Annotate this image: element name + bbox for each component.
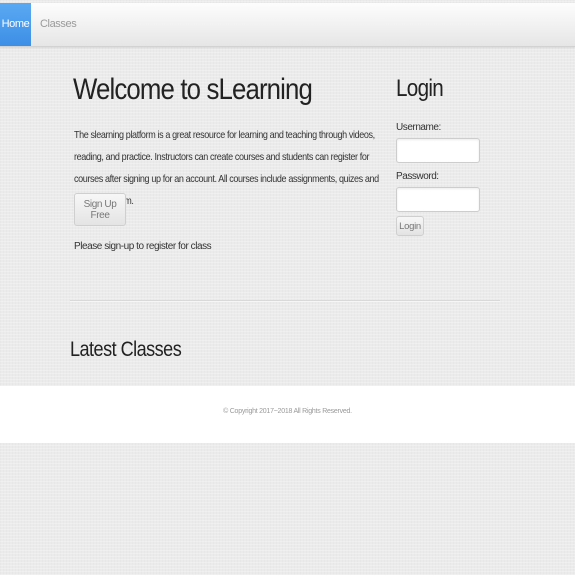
nav-classes-link[interactable]: Classes [40,3,77,46]
login-title: Login [396,75,444,102]
login-button[interactable]: Login [396,216,424,236]
page-footer: © Copyright 2017~2018 All Rights Reserve… [0,386,575,443]
section-divider [70,300,500,302]
top-navbar: Home Classes [0,3,575,47]
username-label: Username: [396,122,441,133]
signup-note: Please sign-up to register for class [74,241,212,252]
latest-classes-heading: Latest Classes [70,338,182,361]
copyright-text: © Copyright 2017~2018 All Rights Reserve… [223,408,352,415]
username-input[interactable] [396,138,480,163]
nav-home-link[interactable]: Home [0,3,31,46]
sign-up-button[interactable]: Sign Up Free [74,193,126,226]
password-label: Password: [396,171,439,182]
welcome-title: Welcome to sLearning [73,73,313,106]
password-input[interactable] [396,187,480,212]
